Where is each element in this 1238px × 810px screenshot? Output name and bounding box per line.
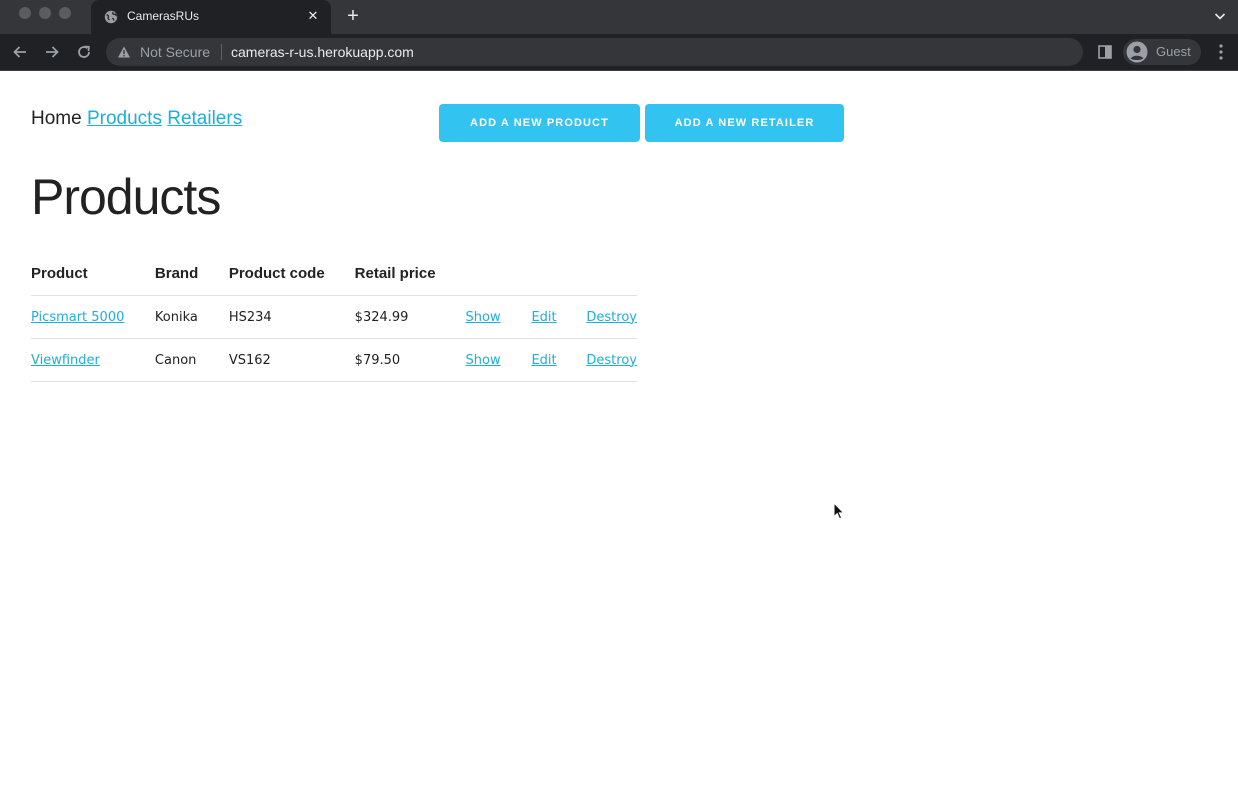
- edit-link[interactable]: Edit: [531, 310, 556, 325]
- close-icon[interactable]: ✕: [305, 8, 321, 24]
- header-edit: [531, 251, 587, 296]
- table-row: Viewfinder Canon VS162 $79.50 Show Edit …: [31, 338, 637, 382]
- header-brand: Brand: [154, 251, 229, 296]
- product-code: HS234: [228, 295, 355, 339]
- window-minimize-dot[interactable]: [39, 7, 51, 19]
- forward-arrow-icon[interactable]: [42, 42, 62, 62]
- destroy-link[interactable]: Destroy: [586, 353, 637, 368]
- kebab-menu-icon[interactable]: [1213, 43, 1229, 61]
- show-link[interactable]: Show: [466, 310, 501, 325]
- new-tab-button[interactable]: +: [343, 6, 363, 26]
- profile-button[interactable]: Guest: [1123, 39, 1201, 65]
- destroy-link[interactable]: Destroy: [586, 310, 637, 325]
- browser-toolbar: Not Secure cameras-r-us.herokuapp.com Gu…: [0, 34, 1238, 71]
- header-show: [465, 251, 532, 296]
- browser-tab-strip: CamerasRUs ✕ +: [0, 0, 1238, 34]
- address-divider: [221, 44, 222, 60]
- globe-icon: [104, 10, 118, 24]
- window-zoom-dot[interactable]: [59, 7, 71, 19]
- header-product: Product: [31, 251, 155, 296]
- header-retail-price: Retail price: [354, 251, 466, 296]
- product-price: $79.50: [354, 338, 466, 382]
- page-title: Products: [31, 169, 221, 225]
- security-status[interactable]: Not Secure: [140, 44, 210, 60]
- edit-link[interactable]: Edit: [531, 353, 556, 368]
- avatar-icon: [1126, 41, 1148, 63]
- site-nav: Home Products Retailers: [31, 108, 242, 130]
- product-name-link[interactable]: Picsmart 5000: [31, 310, 124, 325]
- browser-tab[interactable]: CamerasRUs ✕: [91, 0, 331, 34]
- nav-products-link[interactable]: Products: [87, 108, 162, 129]
- product-price: $324.99: [354, 295, 466, 339]
- side-panel-icon[interactable]: [1097, 44, 1113, 60]
- mouse-cursor-icon: [833, 502, 845, 520]
- header-product-code: Product code: [228, 251, 355, 296]
- product-brand: Konika: [154, 295, 229, 339]
- product-name-link[interactable]: Viewfinder: [31, 353, 100, 368]
- add-product-button[interactable]: Add a new product: [439, 104, 640, 142]
- table-header-row: Product Brand Product code Retail price: [31, 251, 637, 296]
- url-text[interactable]: cameras-r-us.herokuapp.com: [231, 44, 414, 60]
- table-row: Picsmart 5000 Konika HS234 $324.99 Show …: [31, 295, 637, 339]
- nav-home: Home: [31, 108, 82, 129]
- products-table: Product Brand Product code Retail price …: [31, 251, 637, 382]
- address-bar[interactable]: Not Secure cameras-r-us.herokuapp.com: [106, 38, 1083, 66]
- profile-name: Guest: [1156, 44, 1191, 59]
- add-retailer-button[interactable]: Add a new retailer: [645, 104, 844, 142]
- nav-retailers-link[interactable]: Retailers: [167, 108, 242, 129]
- tab-search-chevron-icon[interactable]: [1212, 8, 1228, 24]
- tab-title: CamerasRUs: [127, 9, 200, 23]
- reload-icon[interactable]: [74, 42, 94, 62]
- warning-icon[interactable]: [117, 45, 131, 59]
- header-destroy: [586, 251, 637, 296]
- product-brand: Canon: [154, 338, 229, 382]
- show-link[interactable]: Show: [466, 353, 501, 368]
- window-close-dot[interactable]: [19, 7, 31, 19]
- product-code: VS162: [228, 338, 355, 382]
- page-content: Home Products Retailers Add a new produc…: [0, 71, 1238, 810]
- back-arrow-icon[interactable]: [10, 42, 30, 62]
